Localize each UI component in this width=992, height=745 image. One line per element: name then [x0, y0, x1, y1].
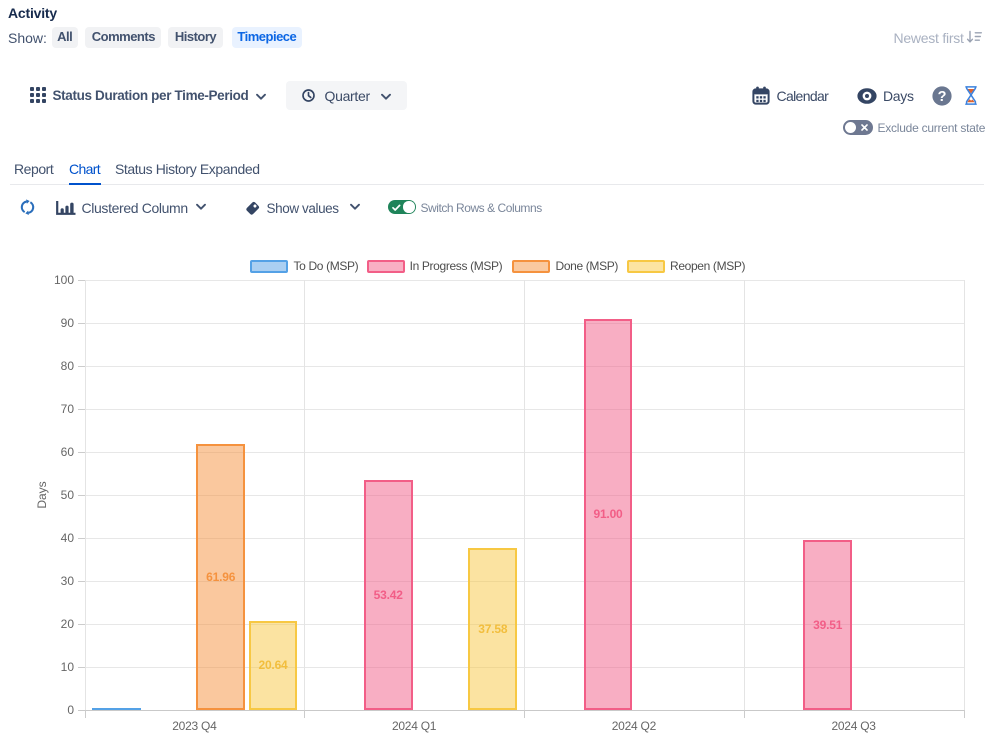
svg-text:?: ? — [937, 89, 946, 105]
